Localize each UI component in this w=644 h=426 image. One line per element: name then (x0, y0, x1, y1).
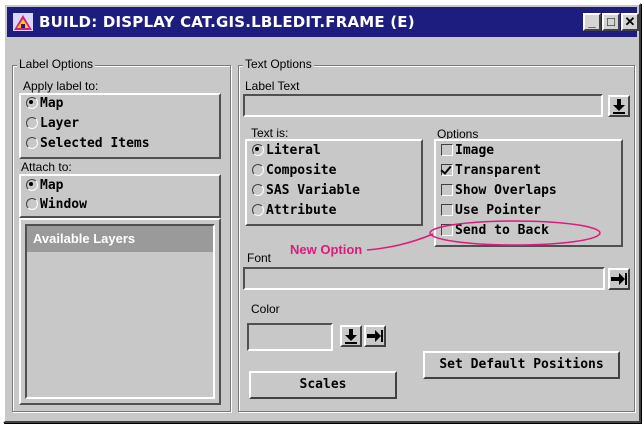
radio-apply-map[interactable]: Map (25, 96, 63, 112)
download-arrow-icon (345, 329, 357, 344)
radio-attach-map[interactable]: Map (25, 178, 63, 194)
window-title: BUILD: DISPLAY CAT.GIS.LBLEDIT.FRAME (E) (39, 13, 415, 31)
font-field[interactable] (243, 267, 605, 290)
window-app-icon (13, 13, 33, 31)
radio-attach-window[interactable]: Window (25, 197, 87, 213)
color-label: Color (251, 302, 280, 316)
radio-selected-icon (25, 96, 38, 109)
color-swatch-field[interactable] (247, 323, 333, 351)
radio-unselected-icon (25, 116, 38, 129)
color-select-button[interactable] (364, 325, 386, 347)
font-label: Font (247, 251, 272, 265)
label-options-group: Label Options Apply label to: Map Layer … (12, 57, 231, 412)
font-select-button[interactable] (608, 268, 630, 290)
scales-button[interactable]: Scales (249, 371, 397, 399)
radio-selected-icon (25, 178, 38, 191)
minimize-button[interactable]: _ (583, 13, 601, 31)
right-arrow-bar-icon (611, 273, 627, 285)
close-button[interactable]: ✕ (621, 13, 639, 31)
apply-label-to-label: Apply label to: (23, 79, 99, 93)
build-window: BUILD: DISPLAY CAT.GIS.LBLEDIT.FRAME (E)… (3, 3, 641, 423)
set-default-positions-button[interactable]: Set Default Positions (423, 351, 620, 379)
apply-label-to-radio-group: Map Layer Selected Items (19, 93, 221, 159)
right-arrow-bar-icon (367, 330, 383, 342)
radio-apply-layer[interactable]: Layer (25, 116, 79, 132)
maximize-button[interactable]: □ (602, 13, 620, 31)
radio-apply-selected-items[interactable]: Selected Items (25, 136, 150, 152)
available-layers-header: Available Layers (27, 226, 213, 252)
radio-unselected-icon (25, 197, 38, 210)
label-options-title: Label Options (17, 57, 96, 71)
title-bar[interactable]: BUILD: DISPLAY CAT.GIS.LBLEDIT.FRAME (E)… (7, 7, 639, 37)
available-layers-list[interactable]: Available Layers (25, 224, 215, 399)
attach-to-radio-group: Map Window (19, 174, 221, 218)
available-layers-frame: Available Layers (19, 218, 221, 405)
radio-unselected-icon (25, 136, 38, 149)
color-download-button[interactable] (340, 325, 362, 347)
attach-to-label: Attach to: (21, 160, 72, 174)
text-options-group: Text Options Label Text Text is: Literal… (238, 57, 635, 412)
